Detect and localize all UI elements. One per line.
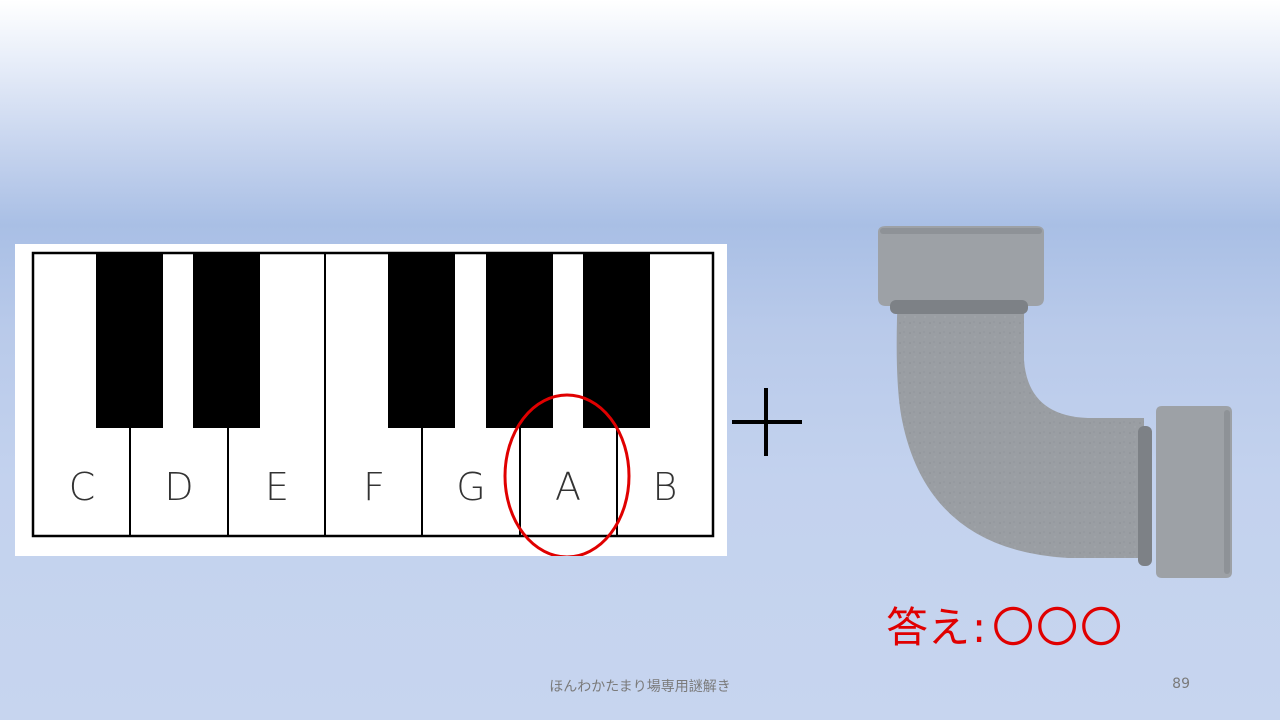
pipe-right-collar [1156,406,1232,578]
answer-placeholder: 〇〇〇 [992,603,1125,652]
slide: C D E F G A B 答え: 〇〇〇 ほんわかたまり場専用謎解き 89 [0,0,1280,720]
plus-icon [732,388,802,456]
footer: ほんわかたまり場専用謎解き [0,676,1280,696]
pipe-right-rim [1224,410,1230,574]
black-key [193,253,260,428]
pipe-elbow-icon [878,226,1232,578]
pipe-top-ring [890,300,1028,314]
answer-separator: : [972,603,987,652]
key-label-d: D [164,465,193,509]
page-number: 89 [1172,676,1190,692]
pipe-right-ring [1138,426,1152,566]
black-key [96,253,163,428]
key-label-e: E [265,465,289,509]
piano-keyboard-drawing: C D E F G A B [31,251,715,556]
pipe-top-rim [880,228,1042,234]
piano-keyboard: C D E F G A B [15,244,727,556]
footer-text: ほんわかたまり場専用謎解き [549,679,731,695]
answer-label: 答え [886,603,971,652]
key-label-c: C [69,465,96,509]
key-label-b: B [653,465,678,509]
pipe-body [896,290,1144,558]
pipe-top-collar [878,226,1044,306]
answer-line: 答え : 〇〇〇 [886,600,1124,656]
key-label-a: A [555,465,581,509]
black-key [388,253,455,428]
key-label-g: G [456,465,485,509]
key-label-f: F [363,465,385,509]
